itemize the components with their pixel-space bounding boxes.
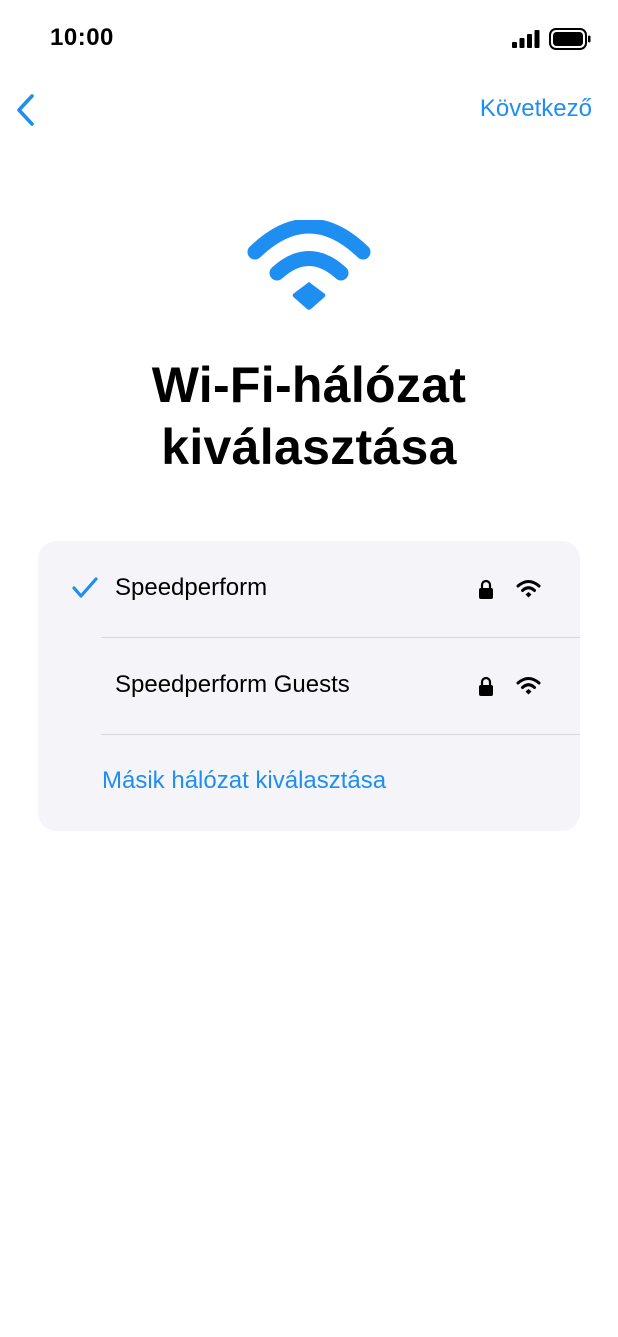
lock-icon	[479, 579, 493, 599]
checkmark-icon	[72, 577, 98, 598]
next-button[interactable]: Következő	[480, 95, 592, 123]
chevron-left-icon	[17, 94, 34, 126]
lock-icon	[479, 676, 493, 696]
wifi-icon	[516, 580, 541, 598]
choose-other-network-label: Másik hálózat kiválasztása	[102, 767, 387, 794]
navigation-bar: Következő	[0, 80, 618, 140]
network-row-speedperform[interactable]: Speedperform	[38, 541, 580, 637]
status-bar: 10:00	[0, 0, 618, 80]
network-name: Speedperform	[115, 574, 268, 601]
page-title: Wi-Fi-hálózat kiválasztása	[151, 357, 467, 475]
choose-other-network-button[interactable]: Másik hálózat kiválasztása	[38, 735, 580, 831]
network-row-speedperform-guests[interactable]: Speedperform Guests	[38, 638, 580, 734]
wifi-icon	[516, 677, 541, 695]
back-button[interactable]	[8, 90, 48, 132]
status-time: 10:00	[50, 24, 114, 51]
battery-icon	[549, 28, 591, 50]
network-list: Speedperform Speedperform Guests Másik h…	[38, 541, 580, 831]
network-name: Speedperform Guests	[115, 671, 350, 698]
signal-bars-icon	[512, 30, 540, 48]
wifi-icon	[247, 220, 371, 310]
